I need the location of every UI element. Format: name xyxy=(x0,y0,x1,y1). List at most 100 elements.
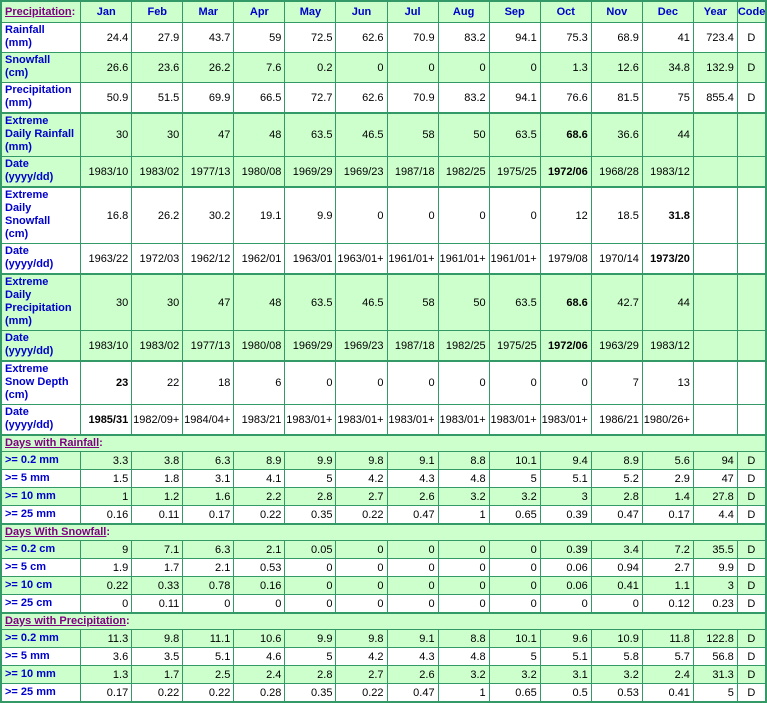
value-cell: 1975/25 xyxy=(489,331,540,362)
row-label-line: Date xyxy=(5,245,29,257)
value-cell: 1962/01 xyxy=(234,244,285,275)
value-cell: 31.8 xyxy=(642,187,693,244)
value-cell: 0.06 xyxy=(540,559,591,577)
value-cell: 1 xyxy=(438,684,489,703)
value-cell: 5.2 xyxy=(591,470,642,488)
year-cell: 27.8 xyxy=(693,488,737,506)
value-cell: 47 xyxy=(183,113,234,157)
value-cell: 0 xyxy=(285,559,336,577)
row-label-line: Extreme xyxy=(5,276,48,288)
value-cell: 1985/31 xyxy=(81,405,132,436)
precipitation-title-link[interactable]: Precipitation xyxy=(5,6,72,18)
row-label-line: (yyyy/dd) xyxy=(5,419,53,431)
year-cell xyxy=(693,405,737,436)
row-label: >= 10 cm xyxy=(1,577,81,595)
row-label: ExtremeDailySnowfall(cm) xyxy=(1,187,81,244)
table-row: ExtremeDaily Rainfall(mm)3030474863.546.… xyxy=(1,113,766,157)
code-cell xyxy=(737,331,766,362)
value-cell: 1963/29 xyxy=(591,331,642,362)
section-header: Days with Rainfall: xyxy=(1,435,766,452)
value-cell: 1963/22 xyxy=(81,244,132,275)
code-cell xyxy=(737,405,766,436)
value-cell: 9.9 xyxy=(285,187,336,244)
row-label-line: >= 25 mm xyxy=(5,508,56,520)
row-label-line: (mm) xyxy=(5,315,32,327)
code-cell: D xyxy=(737,559,766,577)
row-label-line: (yyyy/dd) xyxy=(5,258,53,270)
value-cell: 9.9 xyxy=(285,630,336,648)
value-cell: 0 xyxy=(336,187,387,244)
code-cell: D xyxy=(737,541,766,559)
value-cell: 63.5 xyxy=(489,113,540,157)
value-cell: 1968/28 xyxy=(591,157,642,188)
code-cell: D xyxy=(737,577,766,595)
code-cell: D xyxy=(737,595,766,614)
section-colon: : xyxy=(99,437,103,449)
year-cell: 5 xyxy=(693,684,737,703)
value-cell: 0 xyxy=(387,595,438,614)
value-cell: 9.9 xyxy=(285,452,336,470)
value-cell: 9.8 xyxy=(336,630,387,648)
value-cell: 62.6 xyxy=(336,83,387,114)
value-cell: 1963/01+ xyxy=(336,244,387,275)
value-cell: 0 xyxy=(285,361,336,405)
value-cell: 4.8 xyxy=(438,648,489,666)
value-cell: 5 xyxy=(489,648,540,666)
value-cell: 1.2 xyxy=(132,488,183,506)
value-cell: 58 xyxy=(387,274,438,331)
table-title-cell: Precipitation: xyxy=(1,1,81,23)
row-label: >= 0.2 mm xyxy=(1,630,81,648)
value-cell: 0.35 xyxy=(285,506,336,525)
value-cell: 1982/09+ xyxy=(132,405,183,436)
value-cell: 0 xyxy=(438,361,489,405)
section-header-link[interactable]: Days With Snowfall xyxy=(5,526,106,538)
row-label-line: >= 10 cm xyxy=(5,579,52,591)
section-colon: : xyxy=(126,615,130,627)
table-row: Days With Snowfall: xyxy=(1,524,766,541)
value-cell: 1.1 xyxy=(642,577,693,595)
value-cell: 1963/01 xyxy=(285,244,336,275)
row-label-line: Date xyxy=(5,406,29,418)
value-cell: 4.2 xyxy=(336,470,387,488)
row-label: Precipitation(mm) xyxy=(1,83,81,114)
table-row: >= 5 mm3.63.55.14.654.24.34.855.15.85.75… xyxy=(1,648,766,666)
value-cell: 9.1 xyxy=(387,452,438,470)
value-cell: 0.22 xyxy=(81,577,132,595)
value-cell: 1.8 xyxy=(132,470,183,488)
table-row: ExtremeDailyPrecipitation(mm)3030474863.… xyxy=(1,274,766,331)
value-cell: 5.1 xyxy=(183,648,234,666)
code-cell: D xyxy=(737,666,766,684)
section-header-link[interactable]: Days with Rainfall xyxy=(5,437,99,449)
value-cell: 18 xyxy=(183,361,234,405)
value-cell: 2.6 xyxy=(387,666,438,684)
value-cell: 30.2 xyxy=(183,187,234,244)
column-header-dec: Dec xyxy=(642,1,693,23)
value-cell: 0.11 xyxy=(132,595,183,614)
code-cell xyxy=(737,157,766,188)
year-cell: 31.3 xyxy=(693,666,737,684)
row-label: ExtremeDailyPrecipitation(mm) xyxy=(1,274,81,331)
section-header-link[interactable]: Days with Precipitation xyxy=(5,615,126,627)
value-cell: 26.6 xyxy=(81,53,132,83)
value-cell: 1961/01+ xyxy=(489,244,540,275)
value-cell: 2.1 xyxy=(183,559,234,577)
table-row: Date(yyyy/dd)1985/311982/09+1984/04+1983… xyxy=(1,405,766,436)
value-cell: 83.2 xyxy=(438,83,489,114)
value-cell: 2.8 xyxy=(285,666,336,684)
row-label: >= 5 mm xyxy=(1,648,81,666)
row-label: >= 5 cm xyxy=(1,559,81,577)
table-row: Days with Precipitation: xyxy=(1,613,766,630)
value-cell: 0.53 xyxy=(591,684,642,703)
value-cell: 47 xyxy=(183,274,234,331)
value-cell: 9.8 xyxy=(336,452,387,470)
row-label: ExtremeSnow Depth(cm) xyxy=(1,361,81,405)
value-cell: 3.2 xyxy=(489,488,540,506)
value-cell: 0 xyxy=(540,361,591,405)
value-cell: 0.53 xyxy=(234,559,285,577)
value-cell: 4.6 xyxy=(234,648,285,666)
value-cell: 66.5 xyxy=(234,83,285,114)
column-header-feb: Feb xyxy=(132,1,183,23)
table-row: Date(yyyy/dd)1983/101983/021977/131980/0… xyxy=(1,331,766,362)
value-cell: 30 xyxy=(81,113,132,157)
value-cell: 7.1 xyxy=(132,541,183,559)
